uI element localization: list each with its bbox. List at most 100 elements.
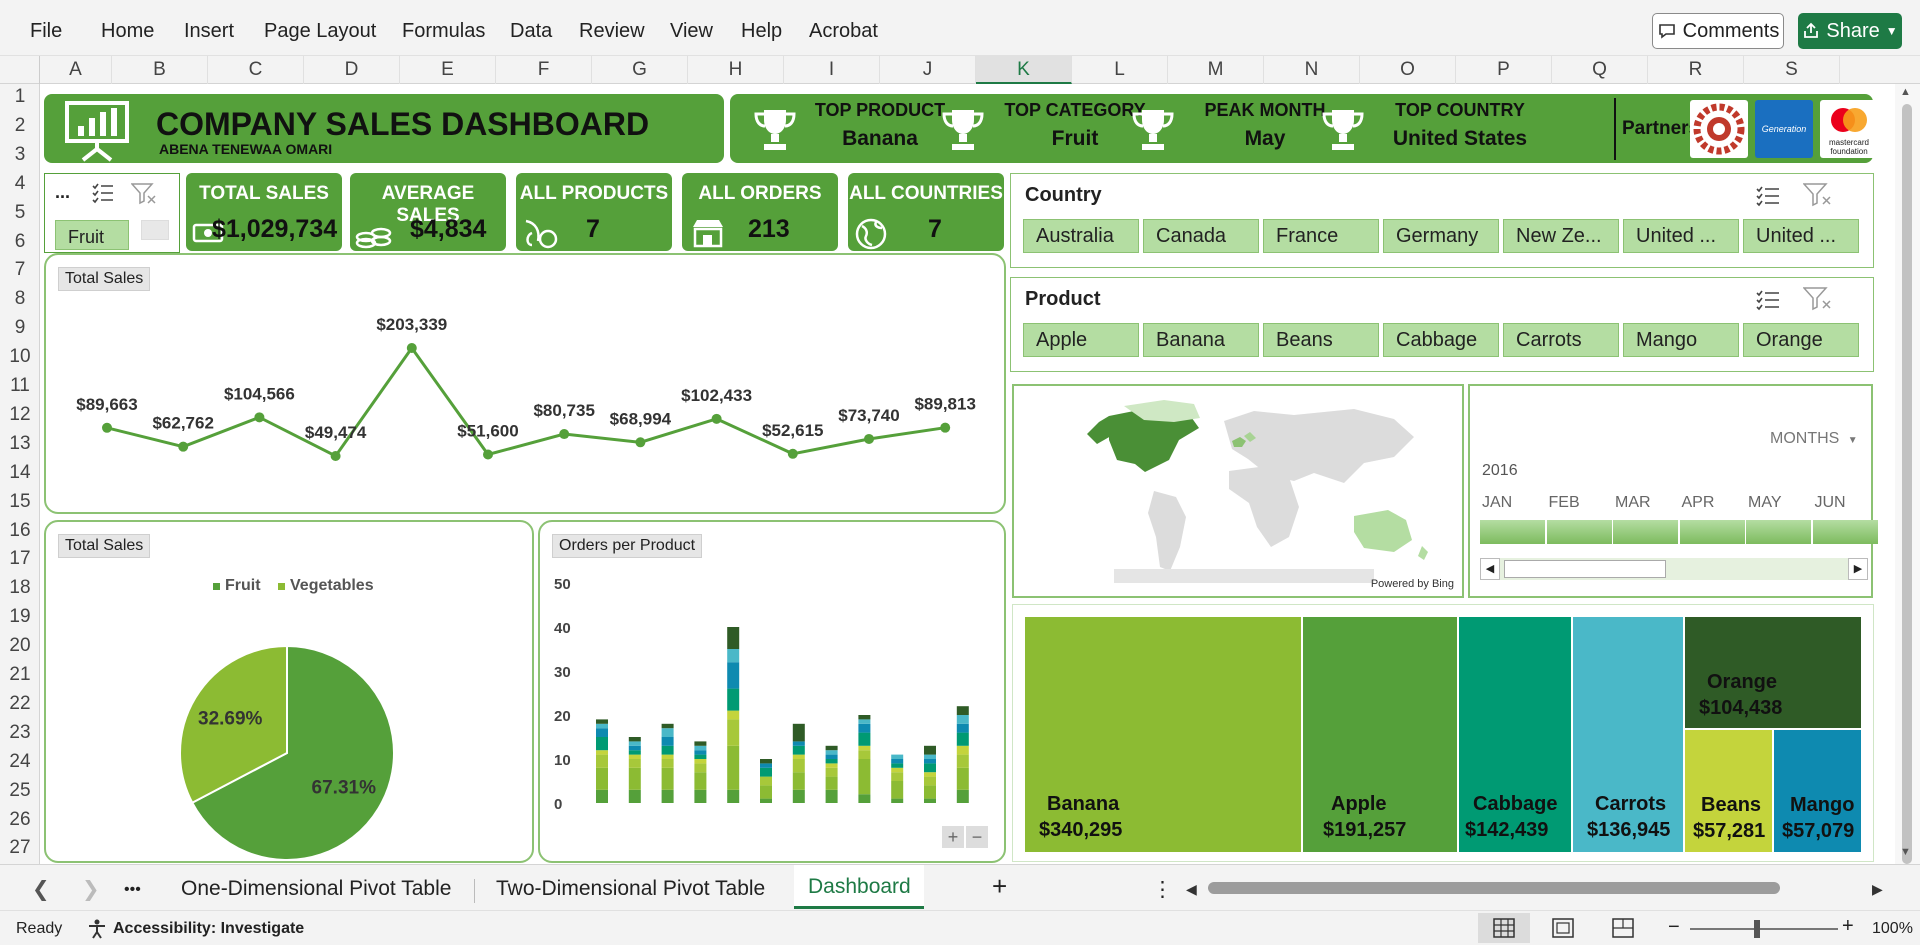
treemap-tile-carrots[interactable]: Carrots $136,945 bbox=[1573, 617, 1683, 852]
more-tabs-button[interactable]: ••• bbox=[124, 881, 141, 899]
product-item-mango[interactable]: Mango bbox=[1623, 323, 1739, 357]
bar-segment[interactable] bbox=[596, 767, 608, 790]
row-header-10[interactable]: 10 bbox=[0, 346, 40, 368]
menu-formulas[interactable]: Formulas bbox=[402, 20, 485, 43]
bar-segment[interactable] bbox=[661, 754, 674, 759]
bar-segment[interactable] bbox=[596, 754, 608, 768]
normal-view-button[interactable] bbox=[1478, 913, 1530, 943]
country-item-france[interactable]: France bbox=[1263, 219, 1379, 253]
row-header-8[interactable]: 8 bbox=[0, 288, 40, 310]
timeline-month-jan[interactable]: JAN bbox=[1482, 494, 1512, 512]
bar-segment[interactable] bbox=[661, 767, 674, 790]
bar-segment[interactable] bbox=[924, 754, 936, 759]
bar-segment[interactable] bbox=[596, 750, 608, 755]
bar-segment[interactable] bbox=[661, 789, 674, 803]
clear-filter-icon[interactable] bbox=[1803, 182, 1833, 208]
zoom-level[interactable]: 100% bbox=[1872, 920, 1913, 938]
row-header-9[interactable]: 9 bbox=[0, 317, 40, 339]
row-header-24[interactable]: 24 bbox=[0, 751, 40, 773]
add-sheet-button[interactable]: + bbox=[992, 871, 1007, 902]
bar-segment[interactable] bbox=[956, 789, 969, 803]
bar-segment[interactable] bbox=[924, 772, 936, 777]
bar-segment[interactable] bbox=[825, 776, 838, 790]
bar-segment[interactable] bbox=[858, 732, 871, 746]
column-header-g[interactable]: G bbox=[592, 56, 688, 84]
tab-one-dimensional-pivot-table[interactable]: One-Dimensional Pivot Table bbox=[181, 877, 451, 901]
row-header-16[interactable]: 16 bbox=[0, 520, 40, 542]
product-item-apple[interactable]: Apple bbox=[1023, 323, 1139, 357]
row-header-27[interactable]: 27 bbox=[0, 837, 40, 859]
bar-segment[interactable] bbox=[792, 789, 805, 803]
clear-filter-icon[interactable] bbox=[1803, 286, 1833, 312]
timeline-month-mar[interactable]: MAR bbox=[1615, 494, 1651, 512]
bar-segment[interactable] bbox=[891, 754, 904, 759]
bar-segment[interactable] bbox=[858, 715, 871, 720]
row-header-11[interactable]: 11 bbox=[0, 375, 40, 397]
bar-segment[interactable] bbox=[924, 763, 936, 773]
product-slicer[interactable]: Product Apple Banana Beans Cabbage Carro… bbox=[1010, 277, 1874, 372]
column-header-f[interactable]: F bbox=[496, 56, 592, 84]
menu-data[interactable]: Data bbox=[510, 20, 552, 43]
column-header-e[interactable]: E bbox=[400, 56, 496, 84]
timeline-month-may[interactable]: MAY bbox=[1748, 494, 1781, 512]
hscroll-right-icon[interactable]: ▶ bbox=[1872, 881, 1883, 898]
bar-segment[interactable] bbox=[628, 767, 641, 790]
bar-segment[interactable] bbox=[858, 719, 871, 724]
sales-point[interactable] bbox=[102, 422, 112, 433]
bar-segment[interactable] bbox=[825, 789, 838, 803]
bar-segment[interactable] bbox=[596, 789, 608, 803]
collapse-button[interactable]: − bbox=[966, 826, 988, 848]
bar-segment[interactable] bbox=[792, 772, 805, 790]
bar-segment[interactable] bbox=[924, 785, 936, 799]
expand-button[interactable]: + bbox=[942, 826, 964, 848]
column-header-d[interactable]: D bbox=[304, 56, 400, 84]
bar-segment[interactable] bbox=[956, 745, 969, 755]
bar-segment[interactable] bbox=[694, 754, 707, 759]
bar-segment[interactable] bbox=[825, 767, 838, 777]
bar-segment[interactable] bbox=[891, 759, 904, 764]
row-header-7[interactable]: 7 bbox=[0, 259, 40, 281]
bar-segment[interactable] bbox=[661, 723, 674, 729]
timeline-bar-jun[interactable] bbox=[1812, 520, 1878, 544]
bar-segment[interactable] bbox=[858, 794, 871, 803]
page-break-view-icon[interactable] bbox=[1612, 918, 1634, 938]
bar-segment[interactable] bbox=[891, 763, 904, 768]
bar-segment[interactable] bbox=[760, 776, 772, 786]
product-item-orange[interactable]: Orange bbox=[1743, 323, 1859, 357]
bar-segment[interactable] bbox=[760, 763, 772, 768]
bar-segment[interactable] bbox=[891, 798, 904, 803]
scroll-down-button[interactable]: ▼ bbox=[1900, 846, 1911, 858]
treemap-tile-apple[interactable]: Apple $191,257 bbox=[1303, 617, 1457, 852]
tab-two-dimensional-pivot-table[interactable]: Two-Dimensional Pivot Table bbox=[496, 877, 765, 901]
treemap-tile-mango[interactable]: Mango $57,079 bbox=[1774, 730, 1861, 852]
row-header-17[interactable]: 17 bbox=[0, 548, 40, 570]
vertical-scroll-thumb[interactable] bbox=[1902, 104, 1912, 864]
row-header-4[interactable]: 4 bbox=[0, 173, 40, 195]
treemap-tile-banana[interactable]: Banana $340,295 bbox=[1025, 617, 1301, 852]
menu-page-layout[interactable]: Page Layout bbox=[264, 20, 376, 43]
zoom-out-button[interactable]: − bbox=[1668, 916, 1680, 939]
timeline-scroll-left-button[interactable]: ◀ bbox=[1480, 558, 1500, 580]
bar-segment[interactable] bbox=[825, 763, 838, 768]
scroll-up-button[interactable]: ▲ bbox=[1900, 86, 1911, 98]
timeline-month-apr[interactable]: APR bbox=[1682, 494, 1715, 512]
row-header-23[interactable]: 23 bbox=[0, 722, 40, 744]
bar-segment[interactable] bbox=[956, 715, 969, 724]
row-header-18[interactable]: 18 bbox=[0, 577, 40, 599]
country-slicer[interactable]: Country Australia Canada France Germany … bbox=[1010, 173, 1874, 268]
bar-segment[interactable] bbox=[727, 688, 740, 711]
product-item-cabbage[interactable]: Cabbage bbox=[1383, 323, 1499, 357]
clear-filter-icon[interactable] bbox=[131, 182, 157, 206]
menu-file[interactable]: File bbox=[30, 20, 62, 43]
bar-segment[interactable] bbox=[727, 649, 740, 663]
row-header-6[interactable]: 6 bbox=[0, 231, 40, 253]
timeline-bar-feb[interactable] bbox=[1546, 520, 1612, 544]
country-item-new-zealand[interactable]: New Ze... bbox=[1503, 219, 1619, 253]
multi-select-icon[interactable] bbox=[1755, 288, 1781, 312]
tab-scroll-right-icon[interactable]: ❯ bbox=[82, 877, 100, 902]
bar-segment[interactable] bbox=[792, 741, 805, 746]
bar-segment[interactable] bbox=[628, 754, 641, 759]
row-header-21[interactable]: 21 bbox=[0, 664, 40, 686]
slicer-item-vegetables[interactable] bbox=[141, 220, 169, 240]
bar-segment[interactable] bbox=[628, 741, 641, 746]
